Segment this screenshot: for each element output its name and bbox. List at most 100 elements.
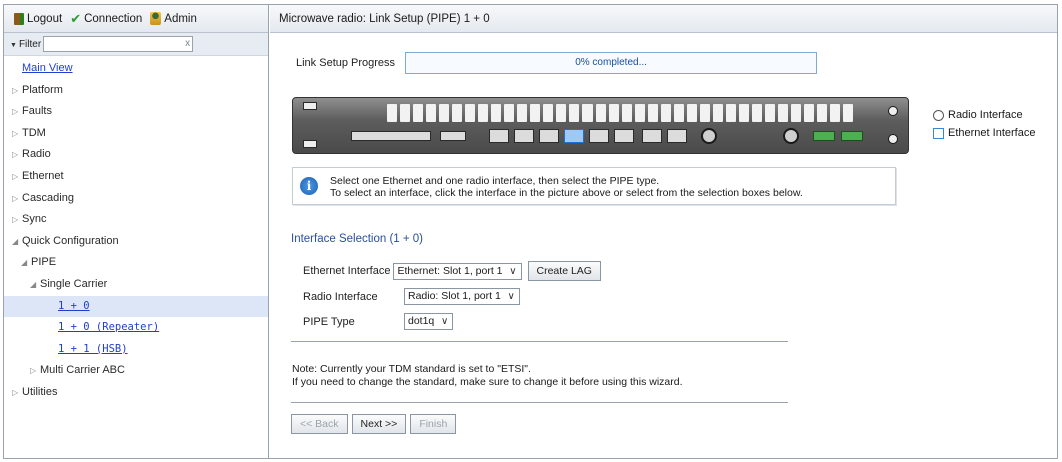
note-line-1: Note: Currently your TDM standard is set… xyxy=(292,363,531,375)
vent-slat xyxy=(491,104,502,122)
vent-slat xyxy=(647,104,658,122)
tree-expander-icon[interactable]: ▷ xyxy=(12,144,22,166)
radio-port-2[interactable] xyxy=(783,128,799,144)
check-icon: ✔ xyxy=(70,10,82,26)
finish-button[interactable]: Finish xyxy=(410,414,457,434)
ethernet-port-a[interactable] xyxy=(489,129,509,143)
tree-expander-icon[interactable]: ▷ xyxy=(12,80,22,102)
create-lag-button[interactable]: Create LAG xyxy=(527,261,601,281)
ethernet-port-b[interactable] xyxy=(514,129,534,143)
ethernet-port-green-a[interactable] xyxy=(813,131,835,141)
tree-item[interactable]: 1 + 0 xyxy=(4,295,268,318)
tree-item[interactable]: ▷ Multi Carrier ABC xyxy=(4,360,268,382)
vent-slat xyxy=(556,104,567,122)
tree-item[interactable]: ▷ Sync xyxy=(4,209,268,231)
tree-item-label: Radio xyxy=(22,148,51,161)
legend-radio: Radio Interface xyxy=(933,106,1035,124)
tree-item[interactable]: ◢ PIPE xyxy=(4,252,268,274)
radio-interface-label: Radio Interface xyxy=(303,290,378,303)
tree-expander-icon[interactable]: ▷ xyxy=(30,360,40,382)
progress-label: Link Setup Progress xyxy=(296,57,396,69)
sfp-port-a[interactable] xyxy=(642,129,662,143)
filter-bar: Filter x xyxy=(4,33,268,56)
device-front-panel[interactable] xyxy=(292,97,909,154)
content-panel: Microwave radio: Link Setup (PIPE) 1 + 0… xyxy=(270,5,1057,458)
logout-link[interactable]: Logout xyxy=(14,12,63,25)
tree-item-label: Main View xyxy=(22,62,73,74)
vent-slat xyxy=(699,104,710,122)
tree-expander-icon[interactable]: ▷ xyxy=(12,101,22,123)
tree-item[interactable]: ▷ Radio xyxy=(4,144,268,166)
tree-item[interactable]: ▷ Cascading xyxy=(4,188,268,210)
tree-item[interactable]: ▷ Faults xyxy=(4,101,268,123)
vent-slat xyxy=(804,104,815,122)
pipe-type-row: PIPE Type dot1q xyxy=(303,313,454,330)
back-button[interactable]: << Back xyxy=(291,414,348,434)
tree-item[interactable]: Main View xyxy=(4,58,268,80)
tree-expander-icon[interactable]: ▷ xyxy=(12,209,22,231)
ethernet-interface-select[interactable]: Ethernet: Slot 1, port 1 xyxy=(393,262,522,280)
tree-item[interactable]: 1 + 0 (Repeater) xyxy=(4,317,268,339)
vent-slat xyxy=(452,104,463,122)
divider-bottom xyxy=(291,402,788,403)
ethernet-port-selected[interactable] xyxy=(564,129,584,143)
vent-slat xyxy=(426,104,437,122)
next-button[interactable]: Next >> xyxy=(351,414,407,434)
vent-slat xyxy=(843,104,854,122)
tree-expander-icon[interactable]: ▷ xyxy=(12,382,22,404)
tree-item[interactable]: ▷ TDM xyxy=(4,123,268,145)
vent-slat xyxy=(660,104,671,122)
device-handle-top xyxy=(303,102,317,110)
vent-slat xyxy=(530,104,541,122)
tree-item-label: TDM xyxy=(22,126,46,139)
vent-slat xyxy=(478,104,489,122)
tree-item-label: 1 + 0 xyxy=(58,299,90,312)
ethernet-port-e[interactable] xyxy=(614,129,634,143)
connection-label: Connection xyxy=(84,12,143,25)
tree-item-label: PIPE xyxy=(31,256,57,269)
ethernet-port-green-b[interactable] xyxy=(841,131,863,141)
tree-item-label: Sync xyxy=(22,213,47,226)
sfp-port-b[interactable] xyxy=(667,129,687,143)
radio-port-1[interactable] xyxy=(701,128,717,144)
tree-expander-icon[interactable]: ◢ xyxy=(30,274,40,296)
tree-item[interactable]: ▷ Ethernet xyxy=(4,166,268,188)
logout-label: Logout xyxy=(27,12,63,25)
note-line-2: If you need to change the standard, make… xyxy=(292,376,683,388)
tree-item[interactable]: ▷ Platform xyxy=(4,80,268,102)
vent-slat xyxy=(712,104,723,122)
management-port[interactable] xyxy=(351,131,431,141)
ethernet-port-d[interactable] xyxy=(589,129,609,143)
vent-slat xyxy=(764,104,775,122)
tree-item[interactable]: ▷ Utilities xyxy=(4,382,268,404)
pipe-type-label: PIPE Type xyxy=(303,315,355,328)
clear-icon[interactable]: x xyxy=(185,37,190,51)
vent-slat xyxy=(621,104,632,122)
vent-slat xyxy=(582,104,593,122)
admin-link[interactable]: Admin xyxy=(150,12,197,25)
tree-item[interactable]: ◢ Quick Configuration xyxy=(4,231,268,253)
tree-expander-icon[interactable]: ▷ xyxy=(12,123,22,145)
serial-port[interactable] xyxy=(440,131,466,141)
legend-ethernet: Ethernet Interface xyxy=(933,124,1035,142)
tree-expander-icon[interactable]: ▷ xyxy=(12,166,22,188)
vent-slat xyxy=(400,104,411,122)
radio-interface-select[interactable]: Radio: Slot 1, port 1 xyxy=(404,288,520,305)
tree-item[interactable]: ◢ Single Carrier xyxy=(4,274,268,296)
filter-label[interactable]: Filter xyxy=(10,39,41,50)
vent-slat xyxy=(634,104,645,122)
navigation-panel: Logout ✔ Connection Admin Filter x Main … xyxy=(4,5,269,458)
tree-item-label: Quick Configuration xyxy=(22,234,119,247)
tree-expander-icon[interactable]: ◢ xyxy=(12,231,22,253)
vent-slat xyxy=(751,104,762,122)
tree-item[interactable]: 1 + 1 (HSB) xyxy=(4,339,268,361)
tree-item-label: Ethernet xyxy=(22,169,64,182)
pipe-type-select[interactable]: dot1q xyxy=(404,313,454,330)
connection-link[interactable]: ✔ Connection xyxy=(70,11,142,27)
tree-expander-icon[interactable]: ▷ xyxy=(12,188,22,210)
info-line-2: To select an interface, click the interf… xyxy=(330,187,803,199)
ethernet-port-c[interactable] xyxy=(539,129,559,143)
filter-input[interactable]: x xyxy=(43,36,194,52)
tree-expander-icon[interactable]: ◢ xyxy=(21,252,31,274)
progress-row: Link Setup Progress 0% completed... xyxy=(296,52,818,74)
